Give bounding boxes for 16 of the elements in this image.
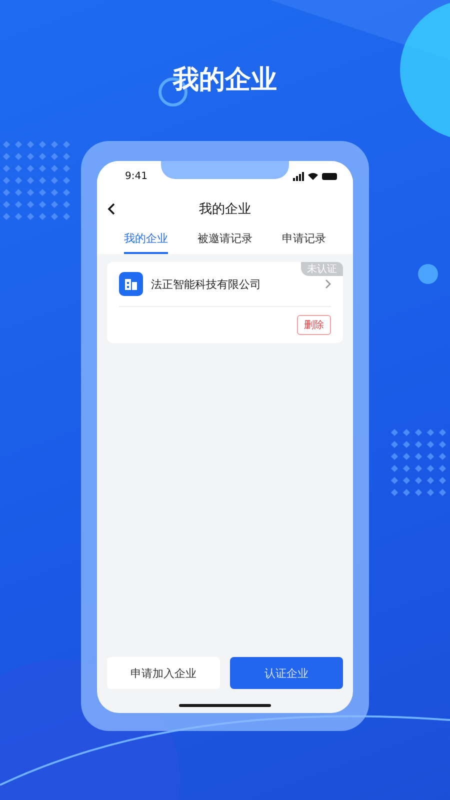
certify-button[interactable]: 认证企业 [230, 657, 343, 689]
dot-pattern [390, 428, 446, 496]
back-icon[interactable] [107, 203, 115, 215]
status-icons [293, 172, 339, 180]
tab[interactable]: 申请记录 [282, 227, 326, 254]
status-time: 9:41 [125, 170, 148, 182]
apply-button[interactable]: 申请加入企业 [107, 657, 220, 689]
dot-decoration [418, 264, 438, 284]
tab[interactable]: 被邀请记录 [197, 227, 252, 254]
headline: 我的企业 [173, 64, 277, 97]
tab[interactable]: 我的企业 [124, 227, 168, 254]
company-name: 法正智能科技有限公司 [151, 276, 262, 292]
page-title: 我的企业 [199, 201, 251, 218]
building-icon [119, 272, 143, 296]
delete-button[interactable]: 删除 [297, 315, 331, 335]
chevron-right-icon [325, 279, 331, 289]
